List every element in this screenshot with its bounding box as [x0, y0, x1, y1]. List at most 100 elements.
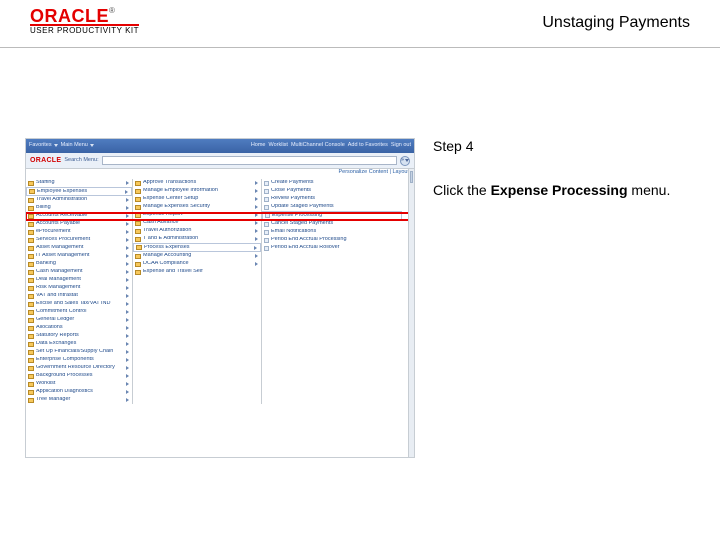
menu-item[interactable]: Travel Administration: [26, 196, 132, 204]
menu-item[interactable]: IT Asset Management: [26, 252, 132, 260]
menu-item[interactable]: Expense Processing: [262, 211, 402, 220]
folder-icon: [28, 302, 34, 307]
submenu-arrow-icon: [126, 254, 129, 258]
folder-icon: [135, 189, 141, 194]
menu-item-label: Manage Employee Information: [143, 188, 253, 194]
instruction-suffix: menu.: [628, 182, 671, 198]
menu-item[interactable]: Email Notifications: [262, 228, 402, 236]
nav-add-favorites[interactable]: Add to Favorites: [348, 143, 388, 149]
menu-item[interactable]: Expense and Travel Self: [133, 268, 261, 276]
menu-item-label: Government Resource Directory: [36, 365, 124, 371]
submenu-arrow-icon: [255, 221, 258, 225]
menu-item[interactable]: Application Diagnostics: [26, 388, 132, 396]
app-topbar: Favorites Main Menu Home Worklist MultiC…: [26, 139, 414, 153]
menu-item[interactable]: Expense Report: [133, 211, 261, 219]
menu-item[interactable]: Update Staged Payments: [262, 203, 402, 211]
menu-column-3: Create PaymentsClose PaymentsReview Paym…: [262, 179, 402, 404]
menu-item[interactable]: Set Up Financials/Supply Chain: [26, 348, 132, 356]
submenu-arrow-icon: [126, 262, 129, 266]
menu-item-label: Statutory Reports: [36, 333, 124, 339]
menu-item[interactable]: General Ledger: [26, 316, 132, 324]
menu-item[interactable]: Asset Management: [26, 244, 132, 252]
folder-icon: [28, 278, 34, 283]
menu-item[interactable]: Expense Center Setup: [133, 195, 261, 203]
menu-item[interactable]: Commitment Control: [26, 308, 132, 316]
vertical-scrollbar[interactable]: [408, 169, 414, 457]
menu-item[interactable]: Background Processes: [26, 372, 132, 380]
menu-item[interactable]: Allocations: [26, 324, 132, 332]
submenu-arrow-icon: [255, 205, 258, 209]
menu-item[interactable]: Manage Accounting: [133, 252, 261, 260]
menu-item[interactable]: Manage Employee Information: [133, 187, 261, 195]
nav-multichannel[interactable]: MultiChannel Console: [291, 143, 345, 149]
menu-item[interactable]: Data Exchanges: [26, 340, 132, 348]
folder-icon: [28, 206, 34, 211]
menu-item[interactable]: Risk Management: [26, 284, 132, 292]
folder-icon: [135, 237, 141, 242]
menu-search-input[interactable]: [102, 156, 397, 165]
folder-icon: [28, 318, 34, 323]
menu-item[interactable]: Period End Accrual Rollover: [262, 244, 402, 252]
menu-item-label: Employee Expenses: [37, 189, 123, 195]
menu-item-label: Deal Management: [36, 277, 124, 283]
menu-item[interactable]: Review Payments: [262, 195, 402, 203]
menu-item[interactable]: Staffing: [26, 179, 132, 187]
menu-column-1: Staffing Employee ExpensesTravel Administ…: [26, 179, 133, 404]
menu-item[interactable]: Cash Management: [26, 268, 132, 276]
folder-icon: [135, 221, 141, 226]
menu-item[interactable]: Accounts Payable: [26, 220, 132, 228]
submenu-arrow-icon: [126, 326, 129, 330]
menu-item-label: Manage Accounting: [143, 253, 253, 259]
main-menu[interactable]: Main Menu: [61, 143, 94, 149]
menu-item[interactable]: DCAA Compliance: [133, 260, 261, 268]
menu-item[interactable]: Close Payments: [262, 187, 402, 195]
submenu-arrow-icon: [126, 270, 129, 274]
menu-item[interactable]: Tree Manager: [26, 396, 132, 404]
menu-item[interactable]: Services Procurement: [26, 236, 132, 244]
instruction-column: Step 4 Click the Expense Processing menu…: [433, 138, 693, 458]
menu-item[interactable]: T and E Administration: [133, 235, 261, 243]
submenu-arrow-icon: [126, 181, 129, 185]
menu-item-label: Create Payments: [271, 180, 399, 186]
menu-item[interactable]: Government Resource Directory: [26, 364, 132, 372]
menu-item[interactable]: Deal Management: [26, 276, 132, 284]
menu-item-label: Cash Management: [36, 269, 124, 275]
nav-worklist[interactable]: Worklist: [268, 143, 287, 149]
folder-icon: [264, 181, 269, 186]
menu-item[interactable]: Accounts Receivable: [26, 212, 132, 220]
folder-icon: [28, 310, 34, 315]
folder-icon: [28, 230, 34, 235]
favorites-menu[interactable]: Favorites: [29, 143, 58, 149]
menu-item[interactable]: Worklist: [26, 380, 132, 388]
folder-icon: [28, 390, 34, 395]
menu-item-label: Process Expenses: [144, 245, 252, 251]
menu-item[interactable]: Billing: [26, 204, 132, 212]
menu-item-label: Tree Manager: [36, 397, 124, 403]
menu-item-label: Cancel Staged Payments: [271, 221, 399, 227]
personalize-link[interactable]: Personalize Content | Layout: [26, 169, 414, 179]
menu-item[interactable]: Period End Accrual Processing: [262, 236, 402, 244]
menu-item[interactable]: Banking: [26, 260, 132, 268]
menu-item[interactable]: Enterprise Components: [26, 356, 132, 364]
menu-item-label: Manage Expenses Security: [143, 204, 253, 210]
menu-item[interactable]: Excise and Sales Tax/VAT IND: [26, 300, 132, 308]
menu-search-go-button[interactable]: »: [400, 156, 410, 166]
menu-item-label: Accounts Payable: [36, 221, 124, 227]
menu-item[interactable]: Employee Expenses: [26, 187, 132, 196]
menu-item[interactable]: Approve Transactions: [133, 179, 261, 187]
submenu-arrow-icon: [255, 237, 258, 241]
menu-item[interactable]: Create Payments: [262, 179, 402, 187]
menu-item[interactable]: Manage Expenses Security: [133, 203, 261, 211]
nav-sign-out[interactable]: Sign out: [391, 143, 411, 149]
folder-icon: [28, 286, 34, 291]
submenu-arrow-icon: [255, 197, 258, 201]
menu-item[interactable]: VAT and Intrastat: [26, 292, 132, 300]
menu-item[interactable]: Travel Authorization: [133, 227, 261, 235]
menu-item[interactable]: Statutory Reports: [26, 332, 132, 340]
menu-item[interactable]: eProcurement: [26, 228, 132, 236]
menu-item[interactable]: Process Expenses: [133, 243, 261, 252]
menu-item[interactable]: Cancel Staged Payments: [262, 220, 402, 228]
nav-home[interactable]: Home: [251, 143, 266, 149]
menu-item[interactable]: Cash Advance: [133, 219, 261, 227]
folder-icon: [28, 294, 34, 299]
